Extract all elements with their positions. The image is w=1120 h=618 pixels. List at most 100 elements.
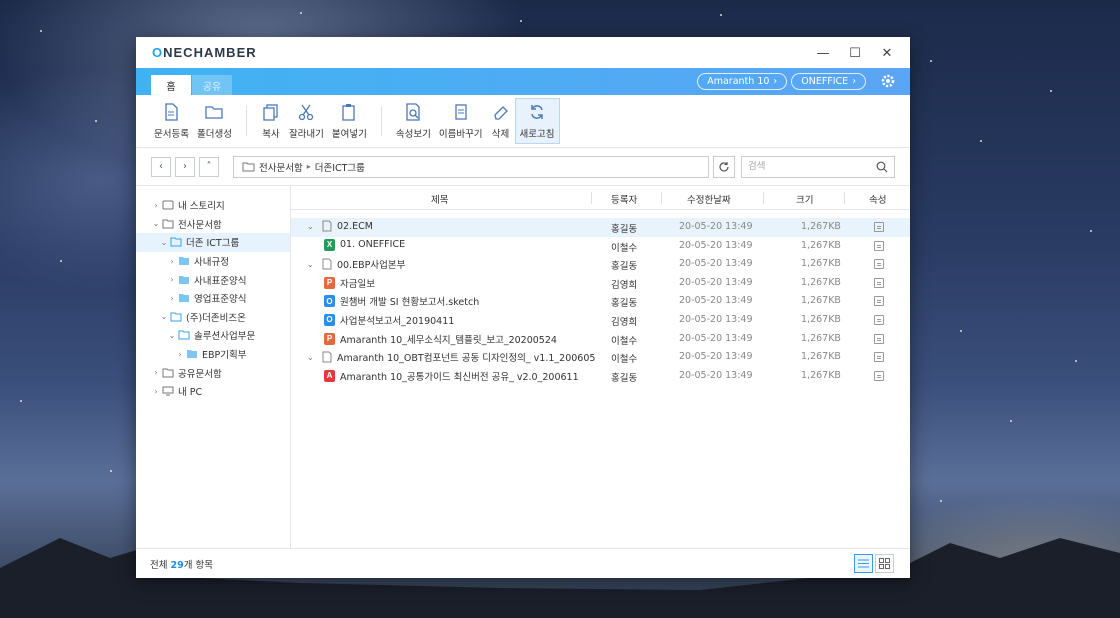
list-item[interactable]: A Amaranth 10_공통가이드 최신버전 공유_ v2.0_200611 …: [291, 367, 910, 386]
toolbar: 문서등록 폴더생성 복사 잘라내기 붙여넣기 속성보기 이름바꾸기 삭제 새로고…: [136, 95, 910, 148]
properties-icon[interactable]: [874, 370, 884, 381]
rename-button[interactable]: 이름바꾸기: [435, 98, 487, 144]
chevron-right-icon: ›: [170, 256, 174, 266]
search-icon[interactable]: [876, 161, 888, 173]
button-label: 속성보기: [395, 129, 431, 140]
tree-item-my-storage[interactable]: › 내 스토리지: [136, 196, 290, 215]
properties-button[interactable]: 속성보기: [392, 98, 435, 144]
tab-home[interactable]: 홈: [151, 75, 191, 95]
tree-item-label: (주)더존비즈온: [186, 312, 246, 324]
grid-view-button[interactable]: [875, 554, 894, 573]
item-owner: 홍길동: [611, 298, 638, 310]
tree-item-label: 더존 ICT그룹: [186, 238, 240, 250]
close-button[interactable]: ✕: [874, 43, 900, 63]
chevron-up-icon: ˄: [206, 161, 212, 172]
item-size: 1,267KB: [801, 351, 841, 363]
column-divider: [763, 192, 764, 204]
list-item[interactable]: X 01. ONEFFICE 이철수 20-05-20 13:49 1,267KB: [291, 237, 910, 256]
item-name-text: 원챔버 개발 SI 현황보고서.sketch: [340, 297, 480, 309]
path-breadcrumb[interactable]: 전사문서함 ▸ 더존ICT그룹: [233, 155, 709, 178]
list-item[interactable]: P Amaranth 10_세무소식지_템플릿_보고_20200524 이철수 2…: [291, 330, 910, 349]
minimize-button[interactable]: —: [810, 43, 836, 63]
column-header-name[interactable]: 제목: [431, 192, 448, 206]
properties-icon[interactable]: [874, 277, 884, 288]
properties-icon[interactable]: [874, 352, 884, 363]
chevron-right-icon: ›: [154, 368, 158, 378]
amaranth-link-pill[interactable]: Amaranth 10 ›: [697, 73, 788, 90]
tree-item-company-docs[interactable]: ⌄ 전사문서함: [136, 215, 290, 234]
chevron-down-icon[interactable]: ⌄: [307, 353, 317, 362]
list-item[interactable]: ⌄ Amaranth 10_OBT컴포넌트 공동 디자인정의_ v1.1_2006…: [291, 348, 910, 367]
up-button[interactable]: ˄: [199, 156, 219, 177]
document-register-icon: [165, 103, 179, 121]
list-item[interactable]: O 원챔버 개발 SI 현황보고서.sketch 홍길동 20-05-20 13:…: [291, 292, 910, 311]
properties-icon: [406, 103, 421, 121]
archive-folder-icon: [162, 219, 174, 229]
folder-icon: [170, 237, 182, 247]
delete-button[interactable]: 삭제: [487, 98, 515, 144]
paste-icon: [342, 104, 356, 121]
back-button[interactable]: ‹: [151, 156, 171, 177]
chevron-down-icon[interactable]: ⌄: [307, 222, 317, 231]
forward-button[interactable]: ›: [175, 156, 195, 177]
chevron-down-icon[interactable]: ⌄: [307, 260, 317, 269]
copy-button[interactable]: 복사: [257, 98, 285, 144]
properties-icon[interactable]: [874, 296, 884, 307]
properties-icon[interactable]: [874, 240, 884, 251]
path-refresh-button[interactable]: [713, 155, 735, 178]
list-item[interactable]: ⌄ 02.ECM 홍길동 20-05-20 13:49 1,267KB: [291, 218, 910, 237]
properties-icon[interactable]: [874, 333, 884, 344]
tree-item-solution-division[interactable]: ⌄ 솔루션사업부문: [136, 326, 290, 345]
tree-item-standard-forms[interactable]: › 사내표준양식: [136, 270, 290, 289]
column-header-attr[interactable]: 속성: [869, 192, 886, 206]
column-header-modified[interactable]: 수정한날짜: [687, 192, 731, 206]
folder-tree: › 내 스토리지 ⌄ 전사문서함 ⌄ 더존 ICT그룹 › 사내규정 › 사내표준양식 ›…: [136, 186, 291, 548]
list-header: 제목 등록자 수정한날짜 크기 속성: [291, 186, 910, 210]
register-document-button[interactable]: 문서등록: [150, 98, 193, 144]
chevron-right-icon: ›: [183, 161, 187, 172]
scissors-icon: [299, 104, 314, 121]
maximize-button[interactable]: ☐: [842, 43, 868, 63]
search-box: [741, 155, 895, 178]
item-size: 1,267KB: [801, 221, 841, 232]
list-view-button[interactable]: [854, 554, 873, 573]
tree-item-label: 영업표준양식: [194, 294, 247, 306]
item-owner: 홍길동: [611, 261, 638, 273]
tree-item-douzone-ict[interactable]: ⌄ 더존 ICT그룹: [136, 233, 290, 252]
oneffice-file-icon: O: [324, 313, 335, 326]
breadcrumb-current[interactable]: 더존ICT그룹: [315, 160, 365, 174]
cut-button[interactable]: 잘라내기: [285, 98, 328, 144]
item-name-text: 02.ECM: [337, 220, 373, 232]
properties-icon[interactable]: [874, 259, 884, 270]
create-folder-button[interactable]: 폴더생성: [193, 98, 236, 144]
tree-item-shared-docs[interactable]: › 공유문서함: [136, 363, 290, 382]
onefice-link-pill[interactable]: ONEFFICE ›: [791, 73, 866, 90]
properties-icon[interactable]: [874, 222, 884, 232]
tree-item-douzone-bizon[interactable]: ⌄ (주)더존비즈온: [136, 308, 290, 327]
tree-item-sales-forms[interactable]: › 영업표준양식: [136, 289, 290, 308]
tree-item-label: 솔루션사업부문: [194, 331, 256, 343]
tree-item-ebp-planning[interactable]: › EBP기획부: [136, 345, 290, 364]
search-input[interactable]: [748, 161, 876, 172]
list-item[interactable]: ⌄ 00.EBP사업본부 홍길동 20-05-20 13:49 1,267KB: [291, 255, 910, 274]
tree-item-my-pc[interactable]: › 내 PC: [136, 382, 290, 401]
item-name-text: Amaranth 10_공통가이드 최신버전 공유_ v2.0_200611: [340, 371, 579, 383]
column-header-size[interactable]: 크기: [796, 192, 813, 206]
list-item[interactable]: O 사업분석보고서_20190411 김영희 20-05-20 13:49 1,2…: [291, 311, 910, 330]
item-name: O 원챔버 개발 SI 현황보고서.sketch: [324, 294, 479, 308]
item-owner: 이철수: [611, 354, 638, 366]
paste-button[interactable]: 붙여넣기: [328, 98, 371, 144]
list-item[interactable]: P 자금일보 김영희 20-05-20 13:49 1,267KB: [291, 274, 910, 293]
chevron-left-icon: ‹: [159, 161, 163, 172]
properties-icon[interactable]: [874, 314, 884, 325]
gear-icon[interactable]: [880, 73, 896, 89]
breadcrumb-root[interactable]: 전사문서함: [259, 160, 303, 174]
chevron-down-icon: ⌄: [160, 237, 168, 247]
folder-create-icon: [205, 106, 224, 119]
refresh-button[interactable]: 새로고침: [514, 98, 560, 144]
column-header-owner[interactable]: 등록자: [611, 192, 637, 206]
column-divider: [661, 192, 662, 204]
item-date: 20-05-20 13:49: [679, 295, 753, 307]
tree-item-regulations[interactable]: › 사내규정: [136, 252, 290, 271]
tab-share[interactable]: 공유: [192, 75, 232, 95]
